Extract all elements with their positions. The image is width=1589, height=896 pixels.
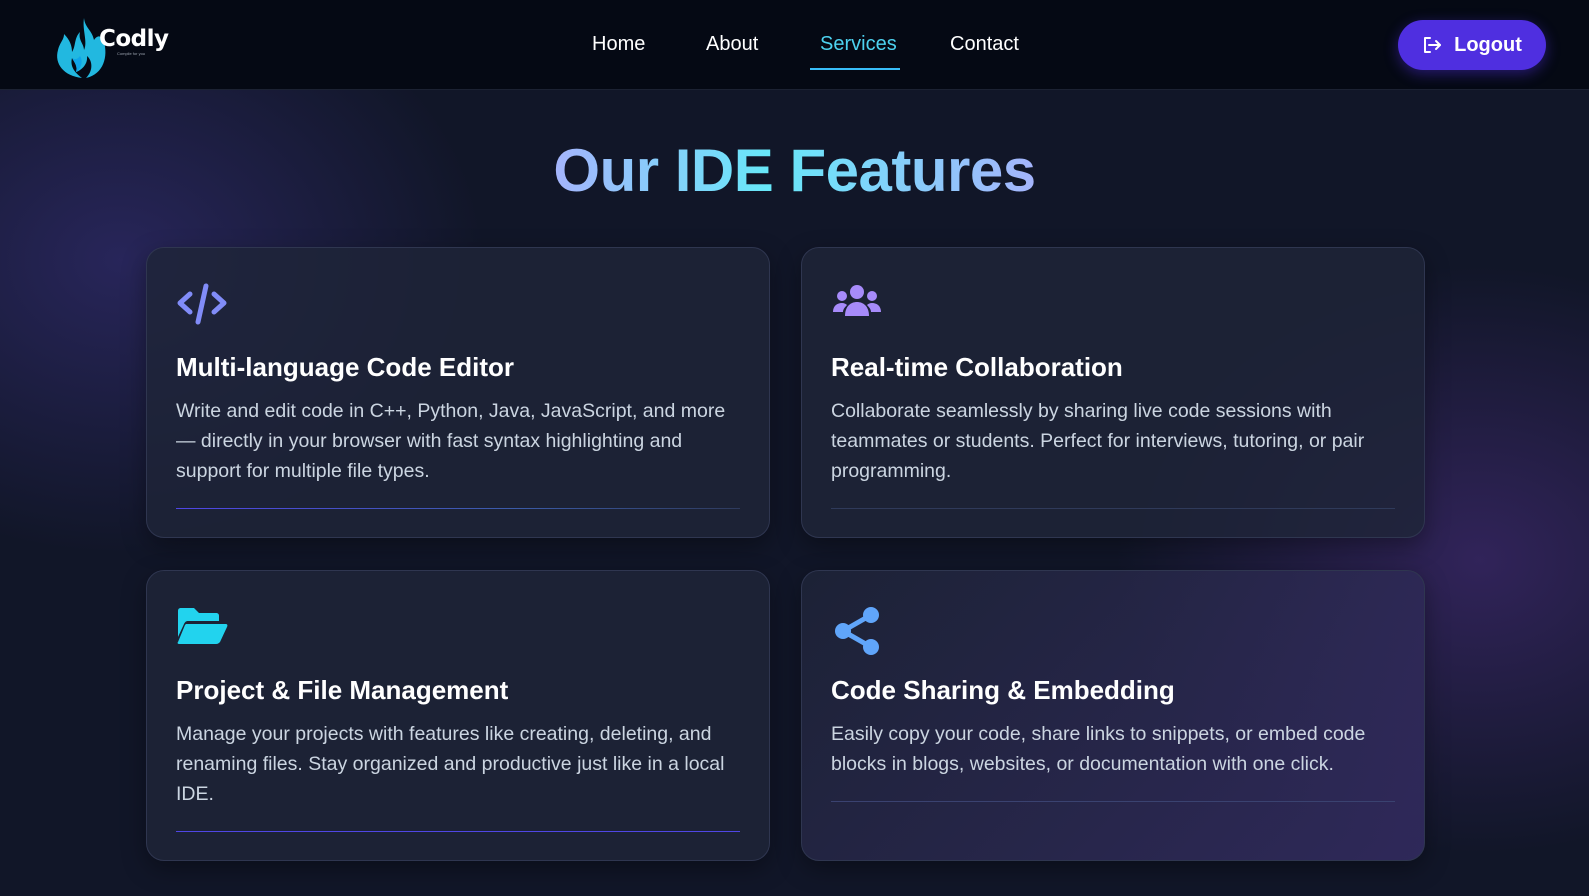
- logout-label: Logout: [1454, 33, 1522, 56]
- logout-icon: [1424, 37, 1442, 53]
- logo-tagline: Compile for you: [117, 51, 146, 56]
- feature-card-title: Project & File Management: [176, 675, 509, 705]
- users-icon: [831, 282, 883, 326]
- feature-card-sharing: Code Sharing & Embedding Easily copy you…: [801, 570, 1425, 861]
- card-divider: [176, 508, 740, 509]
- feature-card-description: Easily copy your code, share links to sn…: [831, 723, 1366, 775]
- feature-card-code-editor: Multi-language Code Editor Write and edi…: [146, 247, 770, 538]
- code-icon: [176, 282, 228, 326]
- feature-card-title: Multi-language Code Editor: [176, 352, 514, 382]
- nav-active-indicator: [810, 68, 900, 70]
- feature-card-description: Manage your projects with features like …: [176, 723, 725, 805]
- folder-open-icon: [176, 605, 228, 649]
- card-divider: [831, 508, 1395, 509]
- nav-item-services[interactable]: Services: [820, 33, 897, 56]
- logout-button[interactable]: Logout: [1398, 20, 1546, 70]
- feature-card-title: Code Sharing & Embedding: [831, 675, 1175, 705]
- logo[interactable]: Codly Compile for you: [54, 16, 184, 80]
- feature-card-title: Real-time Collaboration: [831, 352, 1123, 382]
- page-title: Our IDE Features: [553, 137, 1036, 204]
- feature-card-description: Write and edit code in C++, Python, Java…: [176, 400, 726, 482]
- feature-card-collaboration: Real-time Collaboration Collaborate seam…: [801, 247, 1425, 538]
- share-icon: [831, 605, 883, 655]
- card-divider: [831, 801, 1395, 802]
- card-divider: [176, 831, 740, 832]
- nav-item-about[interactable]: About: [706, 33, 758, 56]
- feature-card-description: Collaborate seamlessly by sharing live c…: [831, 400, 1365, 482]
- logo-text: Codly: [99, 26, 169, 52]
- nav-item-home[interactable]: Home: [592, 33, 645, 56]
- nav-item-contact[interactable]: Contact: [950, 33, 1019, 56]
- feature-card-file-management: Project & File Management Manage your pr…: [146, 570, 770, 861]
- navbar: Codly Compile for you Home About Service…: [0, 0, 1589, 90]
